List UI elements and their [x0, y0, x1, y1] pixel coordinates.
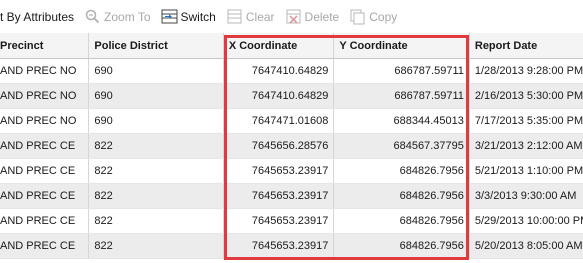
cell-report-date: 5/29/2013 10:00:00 PM [469, 208, 583, 234]
cell-y-coordinate: 684826.7956 [333, 208, 470, 234]
cell-report-date: 7/17/2013 5:35:00 PM [469, 108, 583, 134]
cell-precinct: AND PREC NO [0, 108, 90, 134]
cell-x-coordinate: 7645653.23917 [223, 208, 335, 234]
column-header-police-district[interactable]: Police District [88, 33, 224, 59]
cell-x-coordinate: 7647471.01608 [223, 108, 335, 134]
copy-selection-button[interactable]: Copy [349, 6, 397, 28]
clear-label: Clear [245, 9, 275, 24]
copy-selection-icon [350, 9, 365, 25]
cell-police-district: 690 [88, 83, 224, 109]
cell-report-date: 3/21/2013 2:12:00 AM [469, 133, 583, 159]
cell-report-date: 1/28/2013 9:28:00 PM [469, 58, 583, 84]
switch-selection-button[interactable]: Switch [161, 6, 216, 28]
zoom-to-button[interactable]: Zoom To [84, 6, 151, 28]
cell-y-coordinate: 684826.7956 [333, 158, 470, 184]
delete-selection-icon [286, 9, 301, 24]
table-row[interactable]: AND PREC CE 822 7645653.23917 684826.795… [0, 183, 583, 209]
table-row[interactable]: AND PREC CE 822 7645653.23917 684826.795… [0, 158, 583, 184]
table-row[interactable]: AND PREC NO 690 7647410.64829 686787.597… [0, 83, 583, 109]
cell-precinct: AND PREC CE [0, 158, 90, 184]
cell-report-date: 5/21/2013 1:10:00 PM [469, 158, 583, 184]
cell-y-coordinate: 686787.59711 [333, 83, 470, 109]
cell-y-coordinate: 684826.7956 [333, 233, 470, 259]
clear-selection-button[interactable]: Clear [226, 6, 275, 28]
table-row[interactable]: AND PREC CE 822 7645653.23917 684826.795… [0, 208, 583, 234]
switch-label: Switch [180, 9, 216, 24]
cell-x-coordinate: 7645656.28576 [223, 133, 335, 159]
cell-precinct: AND PREC CE [0, 208, 90, 234]
select-by-attributes-button[interactable]: ct By Attributes [0, 6, 74, 28]
cell-police-district: 690 [88, 58, 224, 84]
cell-precinct: AND PREC NO [0, 83, 90, 109]
cell-y-coordinate: 684567.37795 [333, 133, 470, 159]
cell-y-coordinate: 688344.45013 [333, 108, 470, 134]
clear-selection-icon [227, 9, 242, 24]
cell-x-coordinate: 7645653.23917 [223, 183, 335, 209]
cell-x-coordinate: 7647410.64829 [223, 58, 335, 84]
cell-report-date: 3/3/2013 9:30:00 AM [469, 183, 583, 209]
column-header-y-coordinate[interactable]: Y Coordinate [333, 33, 470, 59]
cell-police-district: 822 [88, 183, 224, 209]
cell-police-district: 822 [88, 233, 224, 259]
cell-report-date: 5/20/2013 8:05:00 AM [469, 233, 583, 259]
copy-label: Copy [369, 9, 398, 24]
switch-selection-icon [161, 9, 178, 24]
attribute-grid: Precinct Police District X Coordinate Y … [0, 33, 583, 259]
cell-precinct: AND PREC CE [0, 133, 90, 159]
column-header-x-coordinate[interactable]: X Coordinate [223, 33, 335, 59]
zoom-to-label: Zoom To [104, 9, 151, 24]
cell-x-coordinate: 7645653.23917 [223, 158, 335, 184]
cell-precinct: AND PREC CE [0, 233, 90, 259]
column-header-report-date[interactable]: Report Date [469, 33, 583, 59]
cell-precinct: AND PREC CE [0, 183, 90, 209]
delete-selection-button[interactable]: Delete [285, 6, 340, 28]
attribute-table: Precinct Police District X Coordinate Y … [0, 33, 583, 263]
column-header-precinct[interactable]: Precinct [0, 33, 90, 59]
cell-precinct: AND PREC NO [0, 58, 90, 84]
attribute-table-toolbar: ct By Attributes Zoom To Switch Clear De… [0, 0, 583, 34]
cell-x-coordinate: 7645653.23917 [223, 233, 335, 259]
table-row[interactable]: AND PREC CE 822 7645653.23917 684826.795… [0, 233, 583, 259]
select-by-attributes-label: ct By Attributes [0, 9, 75, 24]
cell-y-coordinate: 684826.7956 [333, 183, 470, 209]
table-row[interactable]: AND PREC CE 822 7645656.28576 684567.377… [0, 133, 583, 159]
cell-police-district: 822 [88, 133, 224, 159]
cell-report-date: 2/16/2013 5:30:00 PM [469, 83, 583, 109]
table-row[interactable]: AND PREC NO 690 7647410.64829 686787.597… [0, 58, 583, 84]
header-row: Precinct Police District X Coordinate Y … [0, 33, 583, 59]
cell-police-district: 690 [88, 108, 224, 134]
table-row[interactable]: AND PREC NO 690 7647471.01608 688344.450… [0, 108, 583, 134]
zoom-to-icon [85, 9, 100, 24]
cell-y-coordinate: 686787.59711 [333, 58, 470, 84]
delete-label: Delete [304, 9, 340, 24]
cell-police-district: 822 [88, 158, 224, 184]
cell-x-coordinate: 7647410.64829 [223, 83, 335, 109]
cell-police-district: 822 [88, 208, 224, 234]
